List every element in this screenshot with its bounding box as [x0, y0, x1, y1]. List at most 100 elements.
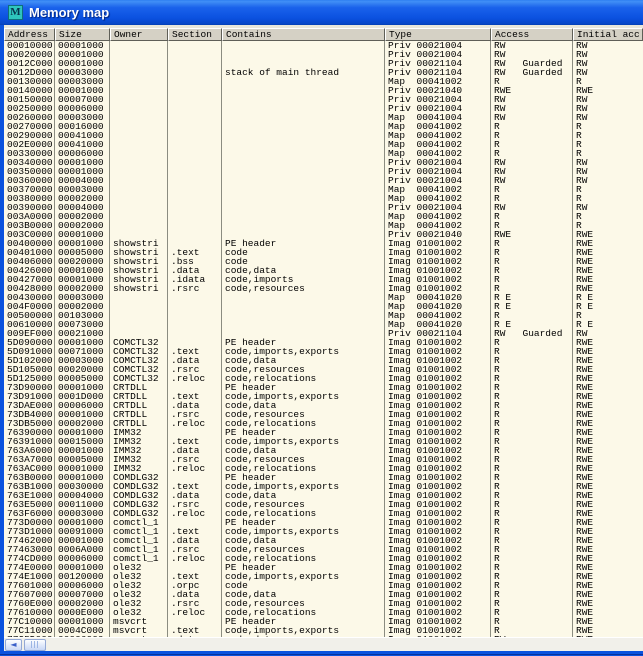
table-row[interactable]: 774CD00000006000comctl_1.reloccode,reloc… — [4, 554, 643, 563]
table-row[interactable]: 0014000000001000Priv 00021040RWERWE — [4, 86, 643, 95]
table-row[interactable]: 73D9000000001000CRTDLLPE headerImag 0100… — [4, 383, 643, 392]
table-row[interactable]: 0033000000006000Map 00041002RR — [4, 149, 643, 158]
column-header-type[interactable]: Type — [385, 28, 491, 41]
cell-size: 00020000 — [55, 257, 110, 266]
table-row[interactable]: 0036000000004000Priv 00021004RWRW — [4, 176, 643, 185]
table-row[interactable]: 5D10500000020000COMCTL32.rsrccode,resour… — [4, 365, 643, 374]
table-row[interactable]: 77C1000000001000msvcrtPE headerImag 0100… — [4, 617, 643, 626]
column-header-access[interactable]: Access — [491, 28, 573, 41]
table-row[interactable]: 003C000000001000Priv 00021040RWERWE — [4, 230, 643, 239]
cell-type: Imag 01001002 — [385, 410, 491, 419]
table-row[interactable]: 003B000000002000Map 00041002RR — [4, 221, 643, 230]
table-row[interactable]: 7760100000006000ole32.orpccodeImag 01001… — [4, 581, 643, 590]
table-row[interactable]: 763E100000004000COMDLG32.datacode,dataIm… — [4, 491, 643, 500]
cell-address: 00610000 — [4, 320, 55, 329]
table-row[interactable]: 7639000000001000IMM32PE headerImag 01001… — [4, 428, 643, 437]
table-row[interactable]: 7760E00000002000ole32.rsrccode,resources… — [4, 599, 643, 608]
table-row[interactable]: 0061000000073000Map 00041020R ER E — [4, 320, 643, 329]
column-header-owner[interactable]: Owner — [110, 28, 168, 41]
table-row[interactable]: 0027000000016000Map 00041002RR — [4, 122, 643, 131]
table-row[interactable]: 5D10200000003000COMCTL32.datacode,dataIm… — [4, 356, 643, 365]
titlebar[interactable]: M Memory map — [0, 0, 643, 25]
cell-size: 00001000 — [55, 473, 110, 482]
cell-access: R — [491, 464, 573, 473]
table-row[interactable]: 009EF00000021000Priv 00021104RW GuardedR… — [4, 329, 643, 338]
cell-type: Imag 01001002 — [385, 581, 491, 590]
table-row[interactable]: 0037000000003000Map 00041002RR — [4, 185, 643, 194]
cell-owner: showstri — [110, 284, 168, 293]
table-row[interactable]: 002E000000041000Map 00041002RR — [4, 140, 643, 149]
cell-access: R — [491, 374, 573, 383]
horizontal-scrollbar[interactable]: ◄ — [4, 637, 643, 651]
cell-type: Imag 01001002 — [385, 446, 491, 455]
table-row[interactable]: 73DAE00000006000CRTDLL.datacode,dataImag… — [4, 401, 643, 410]
cell-type: Imag 01001002 — [385, 266, 491, 275]
table-row[interactable]: 773D100000091000comctl_1.textcode,import… — [4, 527, 643, 536]
table-row[interactable]: 0034000000001000Priv 00021004RWRW — [4, 158, 643, 167]
table-row[interactable]: 7746200000001000comctl_1.datacode,dataIm… — [4, 536, 643, 545]
table-row[interactable]: 73D910000001D000CRTDLL.textcode,imports,… — [4, 392, 643, 401]
table-row[interactable]: 0039000000004000Priv 00021004RWRW — [4, 203, 643, 212]
table-row[interactable]: 763B100000030000COMDLG32.textcode,import… — [4, 482, 643, 491]
table-row[interactable]: 0015000000007000Priv 00021004RWRW — [4, 95, 643, 104]
table-row[interactable]: 0042700000001000showstri.idatacode,impor… — [4, 275, 643, 284]
table-row[interactable]: 0040600000020000showstri.bsscodeImag 010… — [4, 257, 643, 266]
table-row[interactable]: 773D000000001000comctl_1PE headerImag 01… — [4, 518, 643, 527]
table-row[interactable]: 5D09000000001000COMCTL32PE headerImag 01… — [4, 338, 643, 347]
cell-contains — [222, 293, 385, 302]
cell-size: 00001000 — [55, 266, 110, 275]
table-row[interactable]: 0025000000006000Priv 00021004RWRW — [4, 104, 643, 113]
table-row[interactable]: 0042600000001000showstri.datacode,dataIm… — [4, 266, 643, 275]
table-row[interactable]: 0042800000002000showstri.rsrccode,resour… — [4, 284, 643, 293]
table-row[interactable]: 0040000000001000showstriPE headerImag 01… — [4, 239, 643, 248]
table-row[interactable]: 0029000000041000Map 00041002RR — [4, 131, 643, 140]
table-row[interactable]: 7760700000007000ole32.datacode,dataImag … — [4, 590, 643, 599]
table-row[interactable]: 0043000000003000Map 00041020R ER E — [4, 293, 643, 302]
scrollbar-thumb[interactable] — [24, 639, 46, 651]
table-row[interactable]: 0050000000103000Map 00041002RR — [4, 311, 643, 320]
cell-contains: code,imports,exports — [222, 347, 385, 356]
table-row[interactable]: 5D09100000071000COMCTL32.textcode,import… — [4, 347, 643, 356]
table-row[interactable]: 763A600000001000IMM32.datacode,dataImag … — [4, 446, 643, 455]
cell-section: .idata — [168, 275, 222, 284]
column-header-address[interactable]: Address — [4, 28, 55, 41]
cell-contains — [222, 122, 385, 131]
table-row[interactable]: 77C110000004C000msvcrt.textcode,imports,… — [4, 626, 643, 635]
table-row[interactable]: 0012D00000003000stack of main threadPriv… — [4, 68, 643, 77]
cell-type: Imag 01001002 — [385, 563, 491, 572]
table-row[interactable]: 774E000000001000ole32PE headerImag 01001… — [4, 563, 643, 572]
column-header-contains[interactable]: Contains — [222, 28, 385, 41]
cell-section — [168, 293, 222, 302]
table-row[interactable]: 004F000000002000Map 00041020R ER E — [4, 302, 643, 311]
table-row[interactable]: 0038000000002000Map 00041002RR — [4, 194, 643, 203]
table-row[interactable]: 73DB400000001000CRTDLL.rsrccode,resource… — [4, 410, 643, 419]
table-row[interactable]: 774E100000120000ole32.textcode,imports,e… — [4, 572, 643, 581]
table-row[interactable]: 0026000000003000Map 00041004RWRW — [4, 113, 643, 122]
table-row[interactable]: 763AC00000001000IMM32.reloccode,relocati… — [4, 464, 643, 473]
table-row[interactable]: 0035000000001000Priv 00021004RWRW — [4, 167, 643, 176]
table-row[interactable]: 0001000000001000Priv 00021004RWRW — [4, 41, 643, 50]
cell-initial_access: RWE — [573, 239, 643, 248]
table-row[interactable]: 7639100000015000IMM32.textcode,imports,e… — [4, 437, 643, 446]
table-row[interactable]: 0013000000003000Map 00041002RR — [4, 77, 643, 86]
table-row[interactable]: 763E500000011000COMDLG32.rsrccode,resour… — [4, 500, 643, 509]
table-row[interactable]: 763F600000003000COMDLG32.reloccode,reloc… — [4, 509, 643, 518]
table-row[interactable]: 774630000006A000comctl_1.rsrccode,resour… — [4, 545, 643, 554]
cell-address: 00260000 — [4, 113, 55, 122]
cell-owner — [110, 320, 168, 329]
cell-contains: code,imports,exports — [222, 392, 385, 401]
table-row[interactable]: 763B000000001000COMDLG32PE headerImag 01… — [4, 473, 643, 482]
table-row[interactable]: 776100000000E000ole32.reloccode,relocati… — [4, 608, 643, 617]
column-header-size[interactable]: Size — [55, 28, 110, 41]
table-row[interactable]: 003A000000002000Map 00041002RR — [4, 212, 643, 221]
table-row[interactable]: 0040100000005000showstri.textcodeImag 01… — [4, 248, 643, 257]
scroll-left-button[interactable]: ◄ — [5, 639, 22, 651]
column-header-initial_access[interactable]: Initial acc — [573, 28, 643, 41]
table-row[interactable]: 0002000000001000Priv 00021004RWRW — [4, 50, 643, 59]
column-header-section[interactable]: Section — [168, 28, 222, 41]
table-row[interactable]: 0012C00000001000Priv 00021104RW GuardedR… — [4, 59, 643, 68]
table-row[interactable]: 5D12500000005000COMCTL32.reloccode,reloc… — [4, 374, 643, 383]
table-row[interactable]: 763A700000005000IMM32.rsrccode,resources… — [4, 455, 643, 464]
cell-access: R — [491, 239, 573, 248]
table-row[interactable]: 73DB500000002000CRTDLL.reloccode,relocat… — [4, 419, 643, 428]
